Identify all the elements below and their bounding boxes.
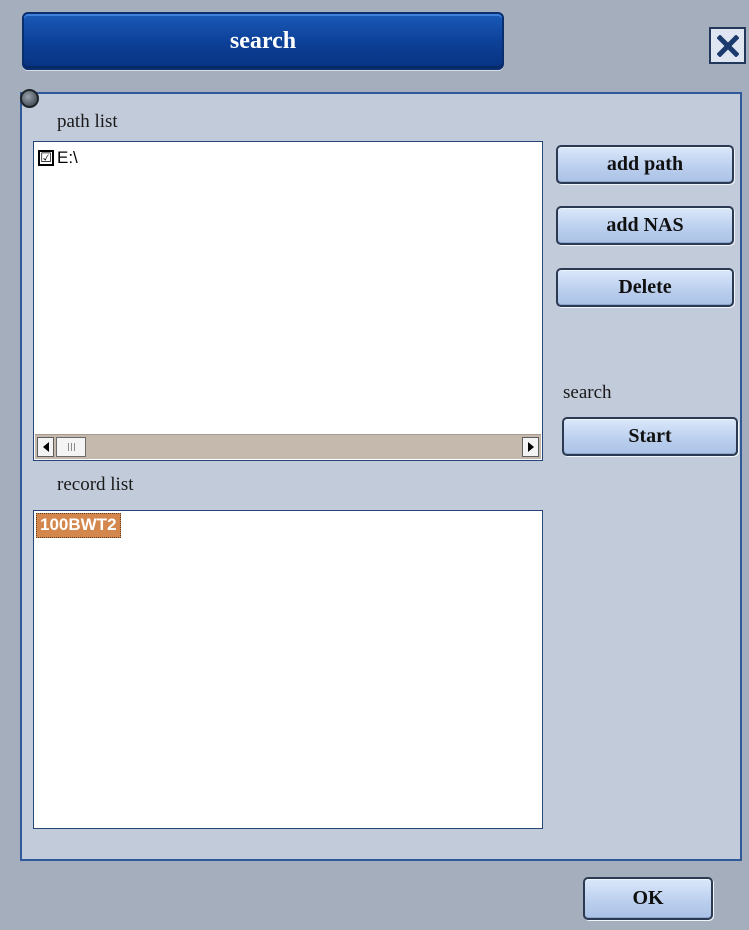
ok-button[interactable]: OK — [583, 877, 713, 920]
path-checkbox[interactable]: ☑ — [38, 150, 54, 166]
add-nas-button[interactable]: add NAS — [556, 206, 734, 245]
record-list-item[interactable]: 100BWT2 — [36, 513, 121, 538]
path-list-label: path list — [57, 111, 118, 132]
scroll-left-button[interactable] — [37, 437, 54, 457]
title-bar: search — [22, 12, 504, 70]
close-x-icon — [716, 34, 739, 57]
record-list-label: record list — [57, 474, 134, 495]
add-path-button[interactable]: add path — [556, 145, 734, 184]
search-label: search — [563, 382, 612, 403]
status-led-icon — [20, 89, 39, 108]
path-list[interactable]: ☑ E:\ — [33, 141, 543, 461]
arrow-right-icon — [527, 442, 534, 452]
path-list-item[interactable]: ☑ E:\ — [38, 148, 78, 168]
grip-line — [67, 443, 69, 451]
grip-line — [70, 443, 72, 451]
arrow-left-icon — [42, 442, 49, 452]
path-item-label: E:\ — [57, 148, 78, 167]
delete-button[interactable]: Delete — [556, 268, 734, 307]
scroll-thumb[interactable] — [56, 437, 86, 457]
start-search-button[interactable]: Start — [562, 417, 738, 456]
horizontal-scrollbar[interactable] — [35, 434, 541, 459]
grip-line — [73, 443, 75, 451]
checkmark-icon: ☑ — [40, 150, 52, 166]
search-dialog: search path list ☑ E:\ add path add NAS … — [0, 0, 749, 930]
scroll-right-button[interactable] — [522, 437, 539, 457]
dialog-title: search — [229, 27, 297, 54]
close-button[interactable] — [709, 27, 746, 64]
record-list[interactable]: 100BWT2 — [33, 510, 543, 829]
